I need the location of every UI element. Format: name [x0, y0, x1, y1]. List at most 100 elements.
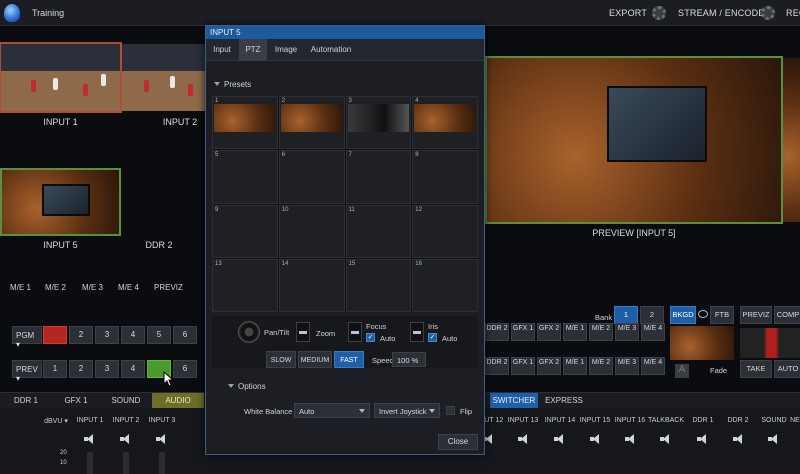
record-button[interactable]: REC: [786, 8, 800, 18]
preset-slot[interactable]: 11: [345, 204, 412, 258]
pgm-input-5[interactable]: 5: [147, 326, 171, 344]
preset-slot[interactable]: 5: [212, 150, 278, 204]
comp-button[interactable]: COMP: [774, 306, 800, 324]
pgm-me3[interactable]: M/E 3: [615, 323, 639, 341]
pgm-gfx1[interactable]: GFX 1: [511, 323, 535, 341]
bank-1-button[interactable]: 1: [614, 306, 638, 324]
prev-ddr2[interactable]: DDR 2: [485, 357, 509, 375]
flip-checkbox[interactable]: [446, 406, 455, 415]
zoom-control[interactable]: [296, 322, 310, 342]
speed-input[interactable]: 100 %: [392, 352, 426, 367]
preset-slot[interactable]: 13: [212, 258, 278, 312]
take-button[interactable]: TAKE: [740, 360, 772, 378]
pgm-gfx2[interactable]: GFX 2: [537, 323, 561, 341]
prev-input-2[interactable]: 2: [69, 360, 93, 378]
focus-control[interactable]: [348, 322, 362, 342]
tab-previz[interactable]: PREVIZ: [154, 283, 183, 292]
prev-row-label[interactable]: PREV ▾: [12, 360, 42, 383]
invert-joystick-select[interactable]: Invert Joystick: [374, 403, 440, 418]
speaker-icon[interactable]: [625, 434, 637, 444]
export-gear-icon[interactable]: [652, 6, 666, 20]
input2-monitor[interactable]: [122, 44, 206, 111]
preset-slot[interactable]: 7: [345, 150, 412, 204]
pan-tilt-joystick[interactable]: [238, 321, 260, 343]
preset-slot[interactable]: 14: [278, 258, 345, 312]
tab-ddr1[interactable]: DDR 1: [0, 393, 52, 409]
preset-slot[interactable]: 9: [212, 204, 278, 258]
previz-button[interactable]: PREVIZ: [740, 306, 772, 324]
tab-automation[interactable]: Automation: [306, 39, 356, 61]
tab-express[interactable]: EXPRESS: [540, 393, 588, 409]
prev-input-4[interactable]: 4: [121, 360, 145, 378]
pgm-me2[interactable]: M/E 2: [589, 323, 613, 341]
auto-button[interactable]: AUTO: [774, 360, 800, 378]
preset-slot[interactable]: 3: [345, 96, 412, 150]
prev-input-3[interactable]: 3: [95, 360, 119, 378]
tab-gfx1[interactable]: GFX 1: [52, 393, 100, 409]
options-header[interactable]: Options: [228, 382, 266, 391]
tab-sound[interactable]: SOUND: [100, 393, 152, 409]
prev-me4[interactable]: M/E 4: [641, 357, 665, 375]
input5-monitor[interactable]: [0, 168, 121, 236]
pgm-input-1[interactable]: [43, 326, 67, 344]
prev-me1[interactable]: M/E 1: [563, 357, 587, 375]
preset-slot[interactable]: 2: [278, 96, 345, 150]
speaker-icon[interactable]: [768, 434, 780, 444]
stream-encode-button[interactable]: STREAM / ENCODE: [678, 8, 765, 18]
prev-input-1[interactable]: 1: [43, 360, 67, 378]
speaker-icon[interactable]: [733, 434, 745, 444]
pgm-input-2[interactable]: 2: [69, 326, 93, 344]
iris-control[interactable]: [410, 322, 424, 342]
volume-fader[interactable]: [159, 452, 165, 474]
speaker-icon[interactable]: [590, 434, 602, 444]
preset-slot[interactable]: 10: [278, 204, 345, 258]
speaker-icon[interactable]: [518, 434, 530, 444]
prev-input-6[interactable]: 6: [173, 360, 197, 378]
speaker-icon[interactable]: [554, 434, 566, 444]
talkback-speaker-icon[interactable]: [660, 434, 672, 444]
preset-slot[interactable]: 8: [412, 150, 478, 204]
tab-me4[interactable]: M/E 4: [118, 283, 139, 292]
preset-slot[interactable]: 1: [212, 96, 278, 150]
speed-slow-button[interactable]: SLOW: [266, 351, 296, 368]
prev-me3[interactable]: M/E 3: [615, 357, 639, 375]
speaker-icon[interactable]: [697, 434, 709, 444]
stream-gear-icon[interactable]: [761, 6, 775, 20]
bank-2-button[interactable]: 2: [640, 306, 664, 324]
tab-me3[interactable]: M/E 3: [82, 283, 103, 292]
preset-slot[interactable]: 15: [345, 258, 412, 312]
preset-slot[interactable]: 16: [412, 258, 478, 312]
export-button[interactable]: EXPORT: [609, 8, 647, 18]
presets-header[interactable]: Presets: [214, 80, 251, 89]
pgm-input-3[interactable]: 3: [95, 326, 119, 344]
volume-fader[interactable]: [123, 452, 129, 474]
preset-slot[interactable]: 12: [412, 204, 478, 258]
close-button[interactable]: Close: [438, 434, 478, 450]
speaker-icon[interactable]: [84, 434, 96, 444]
volume-fader[interactable]: [87, 452, 93, 474]
iris-auto-checkbox[interactable]: ✓: [428, 333, 437, 342]
speaker-icon[interactable]: [120, 434, 132, 444]
prev-gfx2[interactable]: GFX 2: [537, 357, 561, 375]
prev-me2[interactable]: M/E 2: [589, 357, 613, 375]
pgm-input-6[interactable]: 6: [173, 326, 197, 344]
tab-image[interactable]: Image: [270, 39, 302, 61]
tab-ptz[interactable]: PTZ: [239, 39, 267, 61]
tab-input[interactable]: Input: [208, 39, 236, 61]
focus-auto-checkbox[interactable]: ✓: [366, 333, 375, 342]
preset-slot[interactable]: 6: [278, 150, 345, 204]
ftb-button[interactable]: FTB: [710, 306, 734, 324]
tab-me1[interactable]: M/E 1: [10, 283, 31, 292]
speed-fast-button[interactable]: FAST: [334, 351, 364, 368]
tab-audio-mixer[interactable]: AUDIO MIXER: [152, 393, 204, 421]
bkgd-button[interactable]: BKGD: [670, 306, 696, 324]
pgm-input-4[interactable]: 4: [121, 326, 145, 344]
eye-icon[interactable]: [698, 310, 708, 318]
input1-monitor[interactable]: [0, 42, 122, 113]
pgm-ddr2[interactable]: DDR 2: [485, 323, 509, 341]
transition-preview[interactable]: [670, 326, 734, 360]
pgm-row-label[interactable]: PGM ▾: [12, 326, 42, 349]
white-balance-select[interactable]: Auto: [294, 403, 370, 418]
speaker-icon[interactable]: [156, 434, 168, 444]
preset-slot[interactable]: 4: [412, 96, 478, 150]
